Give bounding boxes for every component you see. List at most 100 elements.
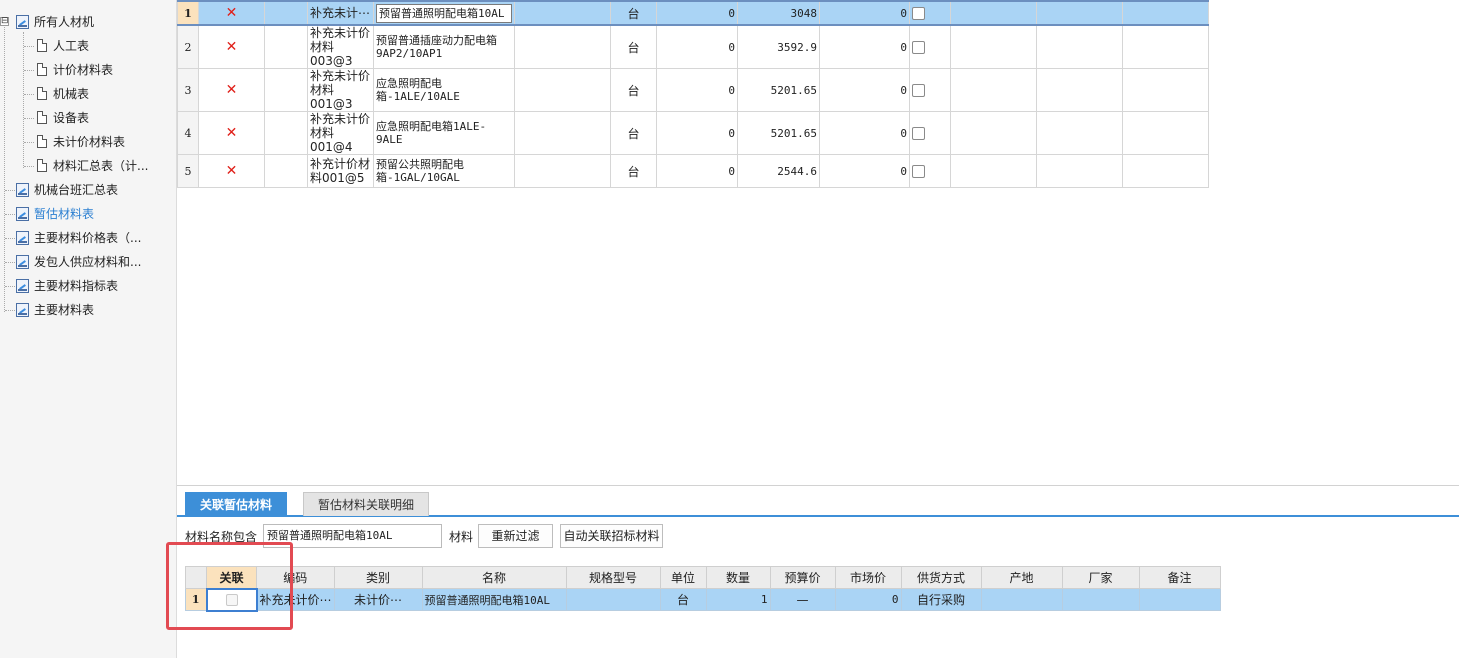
table-cell[interactable] [1122, 111, 1209, 155]
checkbox-cell[interactable] [909, 0, 951, 26]
row-checkbox[interactable] [912, 40, 925, 54]
column-header-market-price[interactable]: 市场价 [834, 566, 902, 589]
table-cell[interactable] [514, 68, 611, 112]
tree-item-machinery[interactable]: 机械表 [37, 83, 89, 105]
row-checkbox[interactable] [912, 126, 925, 140]
table-cell[interactable] [950, 68, 1037, 112]
note-cell[interactable] [1138, 588, 1221, 611]
name-cell[interactable]: 应急照明配电箱-1ALE/10ALE [373, 68, 515, 112]
auto-link-tender-button[interactable]: 自动关联招标材料 [560, 524, 663, 548]
delete-icon[interactable]: ✕ [198, 0, 265, 26]
spec-cell[interactable] [565, 588, 661, 611]
price-cell[interactable]: 5201.65 [737, 111, 820, 155]
column-header-quantity[interactable]: 数量 [705, 566, 771, 589]
table-cell[interactable] [264, 111, 308, 155]
code-cell[interactable]: 补充未计价材料003@3 [307, 24, 374, 69]
table-cell[interactable] [950, 154, 1037, 188]
tree-item-provisional-materials[interactable]: 暂估材料表 [16, 203, 94, 225]
table-cell[interactable] [1036, 68, 1123, 112]
name-cell[interactable]: 预留公共照明配电箱-1GAL/10GAL [373, 154, 515, 188]
column-header-name[interactable]: 名称 [421, 566, 567, 589]
name-cell[interactable]: 预留普通照明配电箱10AL [373, 0, 515, 26]
table-cell[interactable] [264, 154, 308, 188]
value-cell[interactable]: 0 [819, 68, 910, 112]
table-cell[interactable] [950, 24, 1037, 69]
table-cell[interactable] [1122, 68, 1209, 112]
column-header-note[interactable]: 备注 [1138, 566, 1221, 589]
table-cell[interactable] [1122, 24, 1209, 69]
price-cell[interactable]: 3592.9 [737, 24, 820, 69]
quantity-cell[interactable]: 1 [705, 588, 771, 611]
table-row[interactable]: 4 ✕ 补充未计价材料001@4 应急照明配电箱1ALE-9ALE 台 0 52… [177, 111, 1209, 155]
price-cell[interactable]: 2544.6 [737, 154, 820, 188]
checkbox-cell[interactable] [909, 154, 951, 188]
column-header-origin[interactable]: 产地 [980, 566, 1063, 589]
column-header-link[interactable]: 关联 [206, 566, 257, 589]
table-row[interactable]: 3 ✕ 补充未计价材料001@3 应急照明配电箱-1ALE/10ALE 台 0 … [177, 68, 1209, 112]
table-cell[interactable] [514, 154, 611, 188]
manufacturer-cell[interactable] [1061, 588, 1140, 611]
table-cell[interactable] [264, 0, 308, 26]
table-cell[interactable] [264, 24, 308, 69]
tab-provisional-link-detail[interactable]: 暂估材料关联明细 [303, 492, 430, 516]
checkbox-cell[interactable] [909, 68, 951, 112]
table-cell[interactable] [1036, 154, 1123, 188]
code-cell[interactable]: 补充未计价材料001@4 [307, 111, 374, 155]
name-cell[interactable]: 应急照明配电箱1ALE-9ALE [373, 111, 515, 155]
material-name-filter-input[interactable]: 预留普通照明配电箱10AL [263, 524, 442, 548]
name-edit-input[interactable]: 预留普通照明配电箱10AL [376, 3, 512, 23]
quantity-cell[interactable]: 0 [656, 24, 738, 69]
table-cell[interactable] [1036, 24, 1123, 69]
tree-item-main-material-index[interactable]: 主要材料指标表 [16, 275, 118, 297]
quantity-cell[interactable]: 0 [656, 111, 738, 155]
code-cell[interactable]: 补充计价材料001@5 [307, 154, 374, 188]
column-header-spec[interactable]: 规格型号 [565, 566, 661, 589]
table-row[interactable]: 5 ✕ 补充计价材料001@5 预留公共照明配电箱-1GAL/10GAL 台 0… [177, 154, 1209, 188]
price-cell[interactable]: 5201.65 [737, 68, 820, 112]
value-cell[interactable]: 0 [819, 111, 910, 155]
unit-cell[interactable]: 台 [610, 0, 657, 26]
delete-icon[interactable]: ✕ [198, 154, 265, 188]
quantity-cell[interactable]: 0 [656, 0, 738, 26]
tree-item-main-materials[interactable]: 主要材料表 [16, 299, 94, 321]
code-cell[interactable]: 补充未计价材料001@3 [307, 68, 374, 112]
origin-cell[interactable] [980, 588, 1063, 611]
row-checkbox[interactable] [912, 164, 925, 178]
unit-cell[interactable]: 台 [659, 588, 707, 611]
tree-item-equipment[interactable]: 设备表 [37, 107, 89, 129]
table-cell[interactable] [1122, 154, 1209, 188]
table-row[interactable]: 2 ✕ 补充未计价材料003@3 预留普通插座动力配电箱9AP2/10AP1 台… [177, 24, 1209, 69]
market-price-cell[interactable]: 0 [834, 588, 902, 611]
name-cell[interactable]: 预留普通照明配电箱10AL [421, 588, 567, 611]
tab-link-provisional[interactable]: 关联暂估材料 [185, 492, 288, 516]
name-cell[interactable]: 预留普通插座动力配电箱9AP2/10AP1 [373, 24, 515, 69]
quantity-cell[interactable]: 0 [656, 154, 738, 188]
tree-item-priced-materials[interactable]: 计价材料表 [37, 59, 113, 81]
collapse-icon[interactable]: ⊟ [0, 17, 9, 26]
value-cell[interactable]: 0 [819, 154, 910, 188]
table-cell[interactable] [950, 0, 1037, 26]
tree-item-material-summary[interactable]: 材料汇总表（计... [37, 155, 148, 177]
column-header-budget-price[interactable]: 预算价 [769, 566, 836, 589]
table-cell[interactable] [1036, 111, 1123, 155]
tree-item-unpriced-materials[interactable]: 未计价材料表 [37, 131, 125, 153]
unit-cell[interactable]: 台 [610, 24, 657, 69]
table-cell[interactable] [264, 68, 308, 112]
tree-item-employer-supplied[interactable]: 发包人供应材料和... [16, 251, 141, 273]
refilter-button[interactable]: 重新过滤 [478, 524, 553, 548]
category-cell[interactable]: 未计价⋯ [333, 588, 423, 611]
table-cell[interactable] [1122, 0, 1209, 26]
code-cell[interactable]: 补充未计价⋯ [256, 588, 335, 611]
table-cell[interactable] [1036, 0, 1123, 26]
checkbox-cell[interactable] [909, 111, 951, 155]
code-cell[interactable]: 补充未计⋯ [307, 0, 374, 26]
quantity-cell[interactable]: 0 [656, 68, 738, 112]
supply-method-cell[interactable]: 自行采购 [900, 588, 982, 611]
budget-price-cell[interactable]: — [769, 588, 836, 611]
column-header-supply-method[interactable]: 供货方式 [900, 566, 982, 589]
column-header-code[interactable]: 编码 [256, 566, 335, 589]
table-cell[interactable] [514, 111, 611, 155]
delete-icon[interactable]: ✕ [198, 68, 265, 112]
unit-cell[interactable]: 台 [610, 68, 657, 112]
delete-icon[interactable]: ✕ [198, 24, 265, 69]
